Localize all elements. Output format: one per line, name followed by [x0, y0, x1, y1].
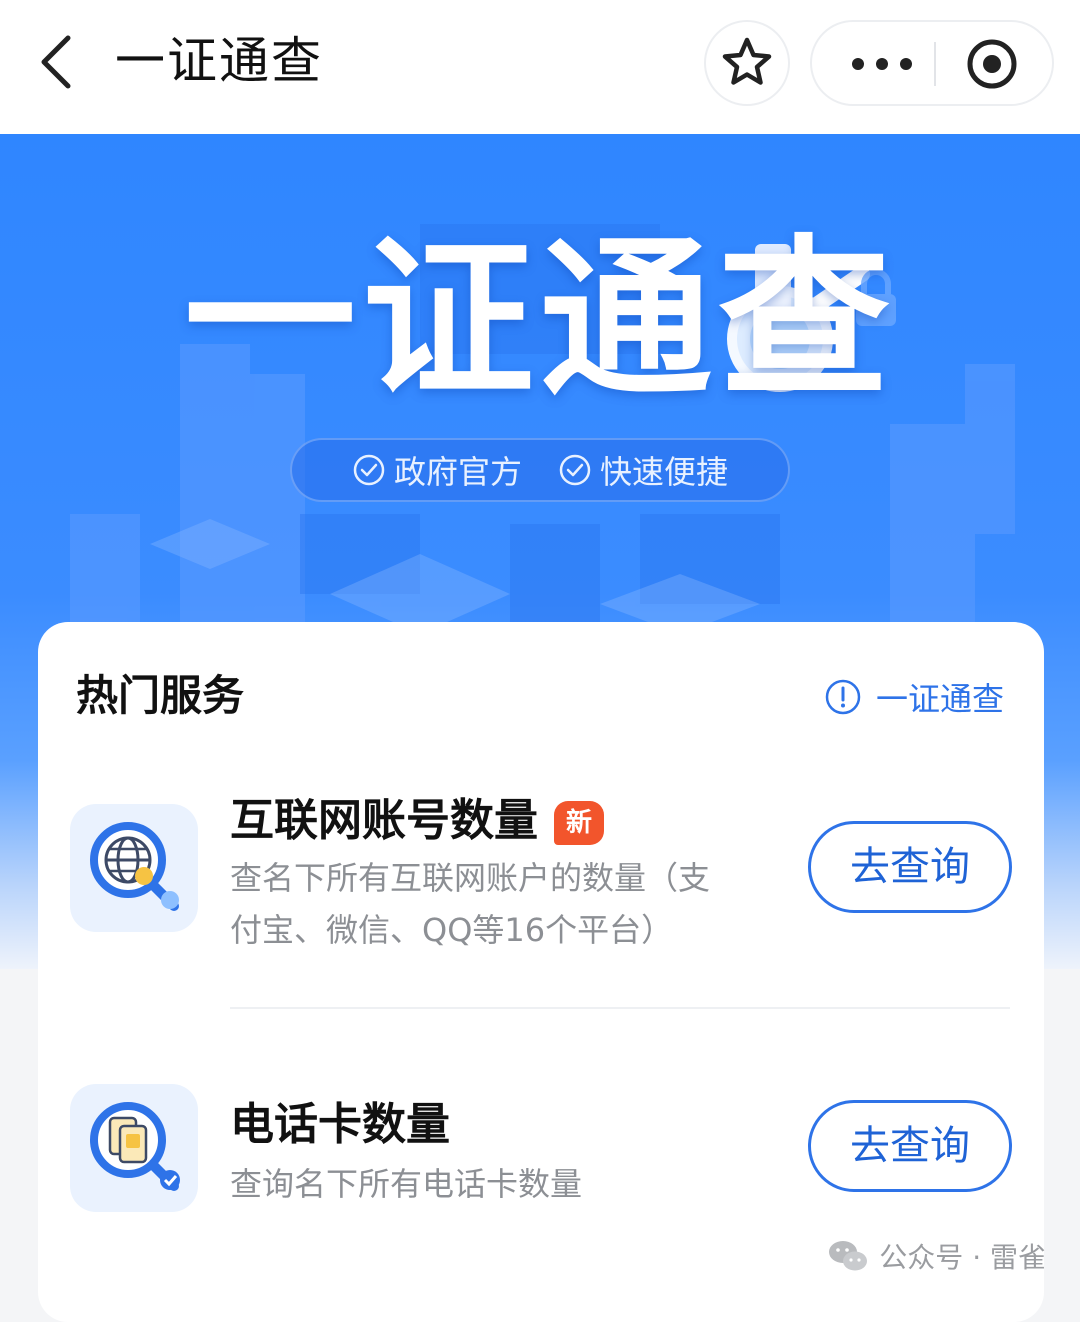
service-name: 电话卡数量	[230, 1099, 450, 1150]
sim-card-search-icon	[70, 1084, 198, 1212]
capsule-divider	[934, 42, 936, 86]
service-description-line1: 查名下所有互联网账户的数量（支	[230, 859, 711, 897]
favorite-button[interactable]	[704, 20, 790, 106]
service-description-line2: 付宝、微信、QQ等16个平台）	[230, 911, 674, 949]
hot-services-card: 热门服务 一证通查 互联网账号数量新 查名下所有互联网账户的数量（支 付宝、微信…	[38, 622, 1044, 1322]
badge-official: 政府官方	[352, 447, 522, 493]
top-nav-bar: 一证通查	[0, 0, 1080, 134]
check-circle-icon	[559, 454, 591, 486]
back-button[interactable]	[28, 30, 88, 94]
info-link[interactable]: 一证通查	[824, 674, 1004, 720]
row-divider	[230, 1007, 1010, 1009]
star-icon	[722, 37, 772, 85]
watermark-text: 公众号 · 雷雀	[879, 1241, 1046, 1274]
query-button[interactable]: 去查询	[808, 1100, 1012, 1192]
watermark: 公众号 · 雷雀	[827, 1236, 1046, 1276]
close-mini-program-icon[interactable]	[964, 36, 1020, 92]
banner-title: 一证通查	[184, 219, 896, 420]
new-badge: 新	[554, 801, 604, 845]
info-circle-icon	[825, 679, 861, 715]
service-description: 查名下所有互联网账户的数量（支 付宝、微信、QQ等16个平台）	[230, 852, 710, 956]
service-name: 互联网账号数量新	[230, 784, 604, 848]
wechat-icon	[829, 1241, 868, 1271]
more-options-icon[interactable]	[842, 46, 922, 82]
page-title: 一证通查	[115, 32, 323, 90]
badge-fast-label: 快速便捷	[600, 453, 729, 491]
mini-program-capsule	[810, 20, 1054, 106]
service-description: 查询名下所有电话卡数量	[230, 1165, 583, 1203]
badge-fast: 快速便捷	[558, 447, 728, 493]
banner-badges: 政府官方 快速便捷	[290, 438, 790, 502]
check-circle-icon	[353, 454, 385, 486]
globe-search-icon	[70, 804, 198, 932]
badge-official-label: 政府官方	[393, 453, 522, 491]
service-name-text: 互联网账号数量	[230, 795, 538, 846]
section-title: 热门服务	[76, 671, 245, 720]
query-button[interactable]: 去查询	[808, 821, 1012, 913]
info-link-label: 一证通查	[875, 680, 1004, 718]
chevron-left-icon	[41, 35, 71, 89]
